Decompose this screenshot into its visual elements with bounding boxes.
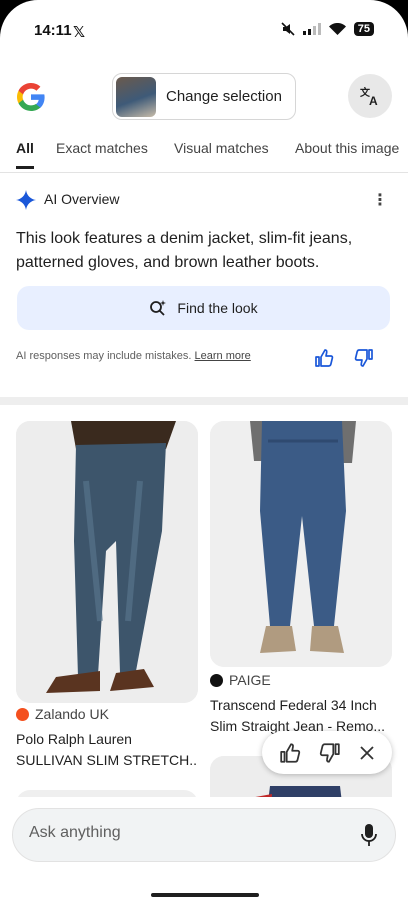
section-divider	[0, 397, 408, 405]
paige-logo-icon	[210, 673, 223, 687]
status-bar: 14:11 𝕏 75	[0, 0, 408, 70]
product-image-1[interactable]	[16, 421, 198, 703]
ai-overview-title: AI Overview	[44, 191, 120, 207]
change-selection-label: Change selection	[166, 88, 282, 105]
merchant-1-name: Zalando UK	[35, 706, 109, 722]
ai-disclaimer-text: AI responses may include mistakes.	[16, 350, 192, 362]
mute-icon	[281, 22, 295, 36]
bottom-search-area	[0, 797, 408, 911]
status-bar-frame: 14:11 𝕏 75	[0, 0, 408, 70]
mic-icon[interactable]	[361, 824, 377, 846]
thumbs-down-icon[interactable]	[319, 742, 341, 764]
tab-all[interactable]: All	[16, 140, 34, 169]
status-icons: 75	[281, 22, 374, 36]
status-time: 14:11	[34, 22, 72, 39]
product-title-1-line2: SULLIVAN SLIM STRETCH...	[16, 752, 198, 768]
learn-more-link[interactable]: Learn more	[195, 350, 251, 362]
find-the-look-label: Find the look	[177, 300, 258, 316]
find-the-look-button[interactable]: Find the look	[17, 286, 390, 330]
translate-button[interactable]: 文 A	[348, 74, 392, 118]
ai-overview-header: AI Overview ⋮	[16, 190, 392, 210]
ask-anything-input[interactable]	[29, 824, 329, 842]
product-title-1[interactable]: Polo Ralph Lauren SULLIVAN SLIM STRETCH.…	[16, 729, 198, 771]
svg-text:A: A	[369, 94, 378, 107]
ai-disclaimer: AI responses may include mistakes. Learn…	[16, 350, 251, 362]
thumbs-down-icon[interactable]	[354, 348, 374, 368]
thumbs-up-icon[interactable]	[314, 348, 334, 368]
close-icon[interactable]	[359, 745, 375, 761]
wifi-icon	[328, 23, 346, 35]
change-selection-button[interactable]: Change selection	[112, 73, 296, 120]
feedback-pill	[262, 731, 392, 774]
lens-header: Change selection 文 A	[0, 72, 408, 122]
ask-anything-bar[interactable]	[12, 808, 396, 862]
thumbs-up-icon[interactable]	[279, 742, 301, 764]
tab-about-this-image[interactable]: About this image	[295, 140, 399, 166]
search-sparkle-icon	[150, 300, 167, 316]
signal-icon	[302, 23, 321, 35]
ai-overview-text: This look features a denim jacket, slim-…	[16, 230, 353, 271]
product-image-2[interactable]	[210, 421, 392, 667]
translate-icon: 文 A	[360, 86, 378, 107]
more-options-icon[interactable]: ⋮	[372, 190, 388, 210]
battery-icon: 75	[353, 22, 374, 36]
x-app-icon: 𝕏	[73, 24, 86, 41]
tab-visual-matches[interactable]: Visual matches	[174, 140, 269, 166]
gemini-sparkle-icon	[16, 190, 36, 210]
google-logo-icon[interactable]	[16, 82, 46, 112]
product-title-1-line1: Polo Ralph Lauren	[16, 731, 132, 747]
merchant-1[interactable]: Zalando UK	[16, 706, 109, 722]
result-tabs: All Exact matches Visual matches About t…	[0, 140, 408, 173]
tab-exact-matches[interactable]: Exact matches	[56, 140, 148, 166]
merchant-2-name: PAIGE	[229, 672, 271, 688]
zalando-logo-icon	[16, 707, 29, 721]
jeans-photo-2	[210, 421, 392, 667]
selection-thumbnail	[116, 76, 156, 117]
merchant-2[interactable]: PAIGE	[210, 672, 271, 688]
product-title-2-line1: Transcend Federal 34 Inch	[210, 697, 377, 713]
jeans-photo-1	[16, 421, 198, 703]
home-indicator[interactable]	[151, 893, 259, 897]
